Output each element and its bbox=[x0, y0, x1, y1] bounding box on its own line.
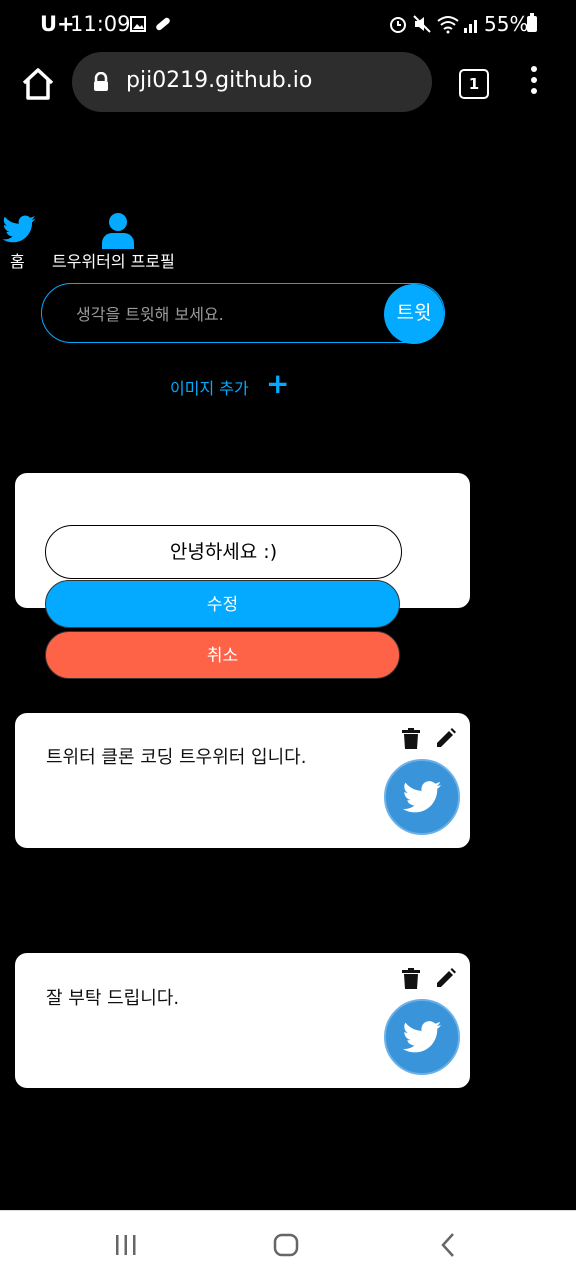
mute-icon bbox=[413, 15, 431, 33]
back-icon[interactable] bbox=[440, 1232, 456, 1258]
tab-switcher-button[interactable]: 1 bbox=[459, 69, 489, 99]
trash-icon[interactable] bbox=[401, 728, 421, 750]
battery-percent: 55% bbox=[484, 12, 529, 36]
url-text[interactable]: pji0219.github.io bbox=[126, 68, 312, 93]
twitter-home-icon[interactable] bbox=[0, 212, 38, 248]
nav-profile-label[interactable]: 트우위터의 프로필 bbox=[52, 248, 175, 272]
add-image-label[interactable]: 이미지 추가 bbox=[170, 375, 249, 399]
gallery-icon bbox=[130, 16, 146, 32]
signal-icon bbox=[464, 20, 477, 33]
twitter-bird-icon bbox=[384, 999, 460, 1075]
battery-icon bbox=[527, 13, 537, 32]
recent-apps-icon[interactable] bbox=[114, 1234, 138, 1256]
user-profile-icon[interactable] bbox=[100, 212, 136, 250]
tweet-submit-button[interactable]: 트윗 bbox=[384, 284, 444, 344]
cancel-button[interactable]: 취소 bbox=[45, 631, 400, 679]
nav-home-label[interactable]: 홈 bbox=[10, 248, 25, 272]
status-time: 11:09 bbox=[70, 12, 131, 36]
lock-icon bbox=[94, 72, 108, 91]
browser-home-icon[interactable] bbox=[18, 64, 58, 104]
pencil-icon[interactable] bbox=[435, 967, 457, 989]
wifi-icon bbox=[437, 16, 459, 34]
update-button[interactable]: 수정 bbox=[45, 580, 400, 628]
pill-icon bbox=[156, 17, 170, 31]
tweet-text: 트위터 클론 코딩 트우위터 입니다. bbox=[46, 747, 307, 768]
trash-icon[interactable] bbox=[401, 968, 421, 990]
alarm-icon bbox=[390, 17, 406, 33]
system-home-icon[interactable] bbox=[273, 1233, 299, 1257]
edit-tweet-input[interactable]: 안녕하세요 :) bbox=[45, 525, 402, 579]
plus-icon[interactable]: + bbox=[266, 370, 289, 398]
browser-menu-button[interactable] bbox=[524, 66, 544, 100]
pencil-icon[interactable] bbox=[435, 727, 457, 749]
tweet-text: 잘 부탁 드립니다. bbox=[46, 988, 180, 1009]
twitter-bird-icon bbox=[384, 759, 460, 835]
tweet-input[interactable] bbox=[74, 284, 378, 344]
